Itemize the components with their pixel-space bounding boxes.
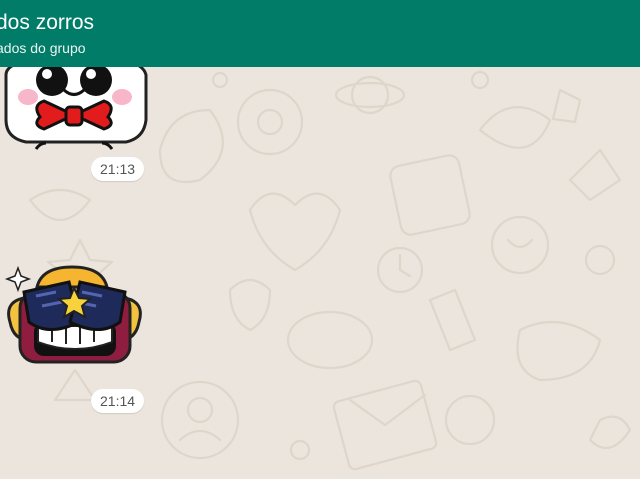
chat-header[interactable]: dos zorros ados do grupo xyxy=(0,0,640,67)
message-time: 21:13 xyxy=(91,157,145,181)
group-subtitle: ados do grupo xyxy=(0,40,86,56)
group-name: dos zorros xyxy=(0,11,95,34)
message-list: 21:13 21:14 xyxy=(0,0,640,479)
sticker-cool-brawler[interactable] xyxy=(2,262,147,372)
message-time: 21:14 xyxy=(91,389,145,413)
sparkle-icon xyxy=(4,265,32,293)
sticker-ghost[interactable] xyxy=(0,55,150,160)
